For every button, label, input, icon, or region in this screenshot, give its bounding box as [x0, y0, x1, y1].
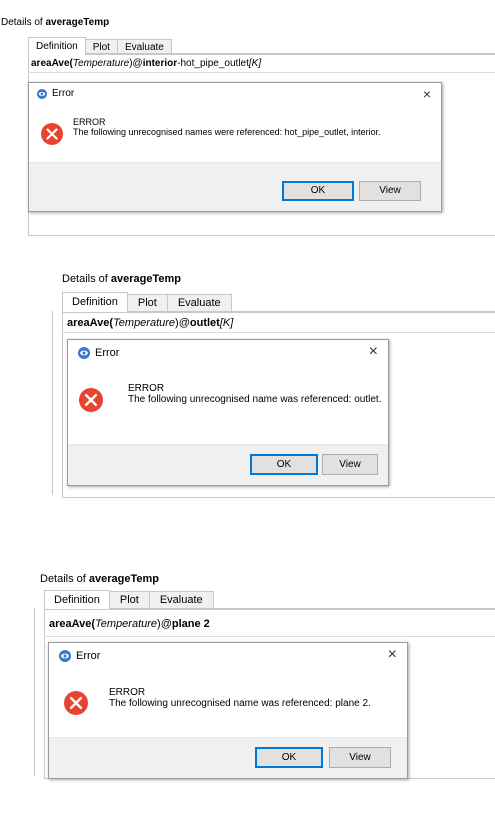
tab-definition[interactable]: Definition — [62, 292, 128, 312]
close-icon[interactable]: × — [388, 647, 397, 663]
header-prefix: Details of — [40, 573, 89, 585]
expr-close: )@ — [157, 618, 172, 630]
panel-header: Details of averageTemp — [40, 573, 159, 585]
tab-evaluate[interactable]: Evaluate — [148, 591, 214, 609]
view-button[interactable]: View — [329, 747, 391, 768]
tab-plot[interactable]: Plot — [108, 591, 150, 609]
ok-button[interactable]: OK — [255, 747, 323, 768]
details-panel-3: Details of averageTemp Definition Plot E… — [0, 0, 495, 835]
tab-definition[interactable]: Definition — [28, 37, 86, 55]
error-message: The following unrecognised name was refe… — [109, 698, 371, 709]
expr-argument: Temperature — [95, 618, 158, 630]
app-logo-icon — [59, 650, 71, 662]
error-icon — [64, 691, 88, 715]
expr-location: plane 2 — [171, 618, 210, 630]
expression-field[interactable]: areaAve(Temperature)@plane 2 — [49, 618, 210, 631]
header-object-name: averageTemp — [88, 573, 160, 585]
panel-left-edge — [34, 608, 35, 776]
error-dialog: Error × ERROR The following unrecognised… — [48, 642, 408, 779]
dialog-titlebar: Error — [59, 650, 100, 662]
error-heading: ERROR — [109, 687, 146, 698]
tab-definition[interactable]: Definition — [44, 590, 110, 609]
expr-function: areaAve( — [49, 618, 96, 630]
expression-underline — [44, 636, 495, 637]
tab-bar: Definition Plot Evaluate — [44, 590, 214, 609]
dialog-title: Error — [76, 650, 101, 662]
